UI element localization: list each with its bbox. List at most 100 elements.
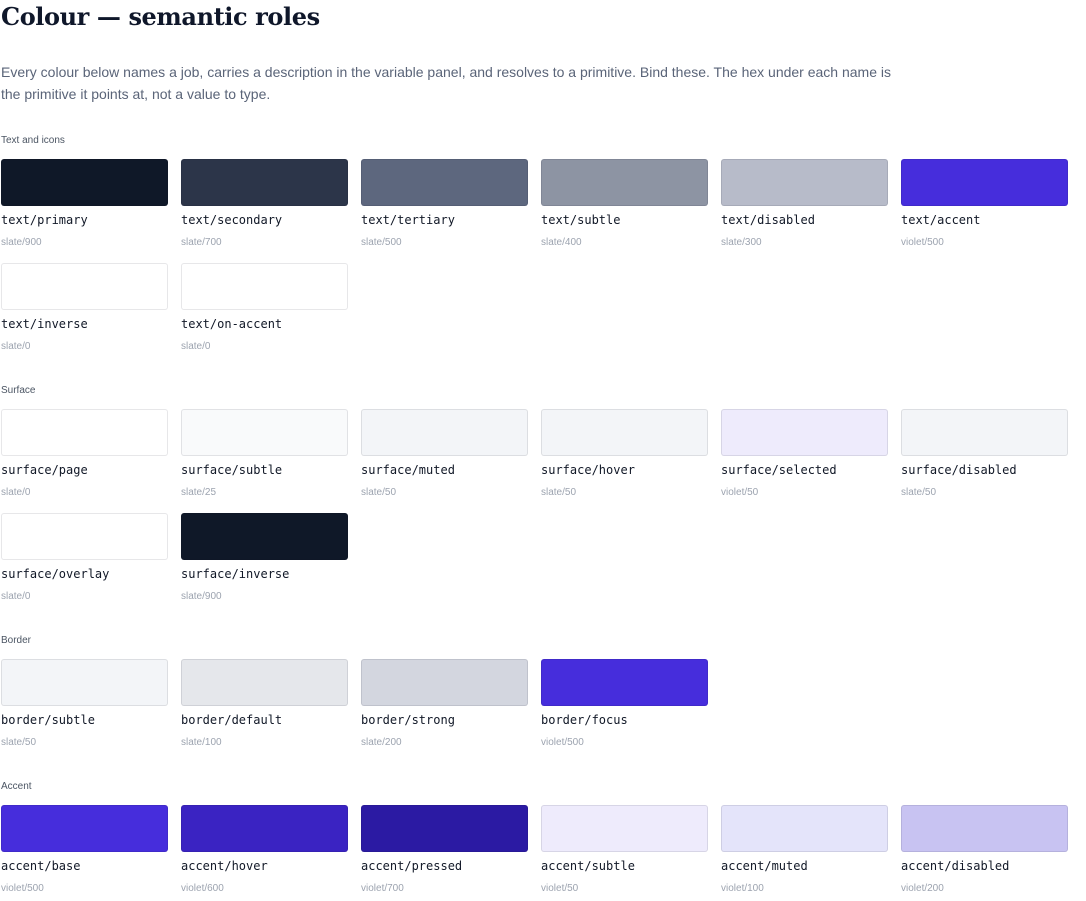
token-primitive-ref: violet/500 xyxy=(901,237,944,248)
color-swatch[interactable] xyxy=(361,805,528,852)
token-name: surface/inverse xyxy=(181,567,290,581)
section-label: Border xyxy=(1,635,32,646)
color-swatch[interactable] xyxy=(181,159,348,206)
token-name: border/focus xyxy=(541,713,628,727)
token-name: accent/disabled xyxy=(901,859,1010,873)
color-swatch[interactable] xyxy=(721,159,888,206)
token-primitive-ref: slate/100 xyxy=(181,737,222,748)
token-primitive-ref: slate/50 xyxy=(361,487,397,498)
token-primitive-ref: slate/0 xyxy=(1,591,31,602)
token-surface-inverse[interactable]: surface/inverse slate/900 xyxy=(181,513,348,609)
token-border-subtle[interactable]: border/subtle slate/50 xyxy=(1,659,168,755)
token-surface-disabled[interactable]: surface/disabled slate/50 xyxy=(901,409,1068,505)
token-text-tertiary[interactable]: text/tertiary slate/500 xyxy=(361,159,528,255)
token-surface-page[interactable]: surface/page slate/0 xyxy=(1,409,168,505)
token-name: surface/page xyxy=(1,463,88,477)
token-name: surface/muted xyxy=(361,463,455,477)
token-primitive-ref: slate/0 xyxy=(181,341,211,352)
token-accent-subtle[interactable]: accent/subtle violet/50 xyxy=(541,805,708,901)
token-text-primary[interactable]: text/primary slate/900 xyxy=(1,159,168,255)
color-swatch[interactable] xyxy=(541,159,708,206)
color-swatch[interactable] xyxy=(361,409,528,456)
color-swatch[interactable] xyxy=(181,263,348,310)
token-name: accent/base xyxy=(1,859,81,873)
token-accent-hover[interactable]: accent/hover violet/600 xyxy=(181,805,348,901)
section-label: Text and icons xyxy=(1,135,65,146)
color-swatch[interactable] xyxy=(901,409,1068,456)
color-swatch[interactable] xyxy=(1,159,168,206)
token-surface-selected[interactable]: surface/selected violet/50 xyxy=(721,409,888,505)
token-primitive-ref: slate/900 xyxy=(1,237,42,248)
token-name: surface/selected xyxy=(721,463,837,477)
color-swatch[interactable] xyxy=(1,409,168,456)
token-surface-subtle[interactable]: surface/subtle slate/25 xyxy=(181,409,348,505)
color-swatch[interactable] xyxy=(1,263,168,310)
token-text-inverse[interactable]: text/inverse slate/0 xyxy=(1,263,168,359)
token-border-default[interactable]: border/default slate/100 xyxy=(181,659,348,755)
color-swatch[interactable] xyxy=(181,409,348,456)
token-name: text/secondary xyxy=(181,213,283,227)
token-primitive-ref: slate/50 xyxy=(1,737,37,748)
color-swatch[interactable] xyxy=(901,805,1068,852)
token-primitive-ref: violet/200 xyxy=(901,883,944,894)
color-swatch[interactable] xyxy=(361,659,528,706)
token-primitive-ref: violet/500 xyxy=(1,883,44,894)
token-primitive-ref: violet/500 xyxy=(541,737,584,748)
token-name: accent/subtle xyxy=(541,859,635,873)
color-swatch[interactable] xyxy=(721,409,888,456)
page: Colour — semantic roles Every colour bel… xyxy=(0,0,1086,896)
token-text-secondary[interactable]: text/secondary slate/700 xyxy=(181,159,348,255)
section-text-and-icons: Text and icons text/primary slate/900 text/… xyxy=(1,134,1068,352)
token-primitive-ref: slate/50 xyxy=(901,487,937,498)
token-accent-disabled[interactable]: accent/disabled violet/200 xyxy=(901,805,1068,901)
token-accent-base[interactable]: accent/base violet/500 xyxy=(1,805,168,901)
color-swatch[interactable] xyxy=(1,513,168,560)
section-border: Border border/subtle slate/50 border/defaul… xyxy=(1,634,708,748)
section-accent: Accent accent/base violet/500 accent/hover v… xyxy=(1,780,1068,894)
color-swatch[interactable] xyxy=(1,659,168,706)
token-text-disabled[interactable]: text/disabled slate/300 xyxy=(721,159,888,255)
page-intro: Every colour below names a job, carries … xyxy=(1,64,891,102)
token-accent-muted[interactable]: accent/muted violet/100 xyxy=(721,805,888,901)
color-swatch[interactable] xyxy=(181,659,348,706)
token-surface-muted[interactable]: surface/muted slate/50 xyxy=(361,409,528,505)
token-text-subtle[interactable]: text/subtle slate/400 xyxy=(541,159,708,255)
color-swatch[interactable] xyxy=(361,159,528,206)
token-name: border/default xyxy=(181,713,283,727)
token-primitive-ref: violet/600 xyxy=(181,883,224,894)
token-name: border/subtle xyxy=(1,713,95,727)
token-primitive-ref: slate/50 xyxy=(541,487,577,498)
color-swatch[interactable] xyxy=(541,659,708,706)
token-border-strong[interactable]: border/strong slate/200 xyxy=(361,659,528,755)
color-swatch[interactable] xyxy=(541,805,708,852)
token-name: accent/muted xyxy=(721,859,808,873)
token-name: surface/disabled xyxy=(901,463,1017,477)
token-surface-overlay[interactable]: surface/overlay slate/0 xyxy=(1,513,168,609)
token-name: text/inverse xyxy=(1,317,88,331)
color-swatch[interactable] xyxy=(721,805,888,852)
section-surface: Surface surface/page slate/0 surface/subtle… xyxy=(1,384,1068,602)
token-primitive-ref: slate/0 xyxy=(1,487,31,498)
color-swatch[interactable] xyxy=(541,409,708,456)
color-swatch[interactable] xyxy=(1,805,168,852)
token-primitive-ref: violet/50 xyxy=(721,487,759,498)
token-name: border/strong xyxy=(361,713,455,727)
color-swatch[interactable] xyxy=(181,513,348,560)
section-label: Accent xyxy=(1,781,32,792)
token-accent-pressed[interactable]: accent/pressed violet/700 xyxy=(361,805,528,901)
color-swatch[interactable] xyxy=(181,805,348,852)
token-name: accent/pressed xyxy=(361,859,463,873)
token-name: text/tertiary xyxy=(361,213,455,227)
token-text-accent[interactable]: text/accent violet/500 xyxy=(901,159,1068,255)
token-border-focus[interactable]: border/focus violet/500 xyxy=(541,659,708,755)
token-primitive-ref: slate/25 xyxy=(181,487,217,498)
token-name: text/subtle xyxy=(541,213,621,227)
section-label: Surface xyxy=(1,385,36,396)
page-title: Colour — semantic roles xyxy=(1,2,320,31)
token-name: accent/hover xyxy=(181,859,268,873)
token-primitive-ref: violet/100 xyxy=(721,883,764,894)
token-surface-hover[interactable]: surface/hover slate/50 xyxy=(541,409,708,505)
token-name: text/accent xyxy=(901,213,981,227)
token-text-on-accent[interactable]: text/on-accent slate/0 xyxy=(181,263,348,359)
color-swatch[interactable] xyxy=(901,159,1068,206)
